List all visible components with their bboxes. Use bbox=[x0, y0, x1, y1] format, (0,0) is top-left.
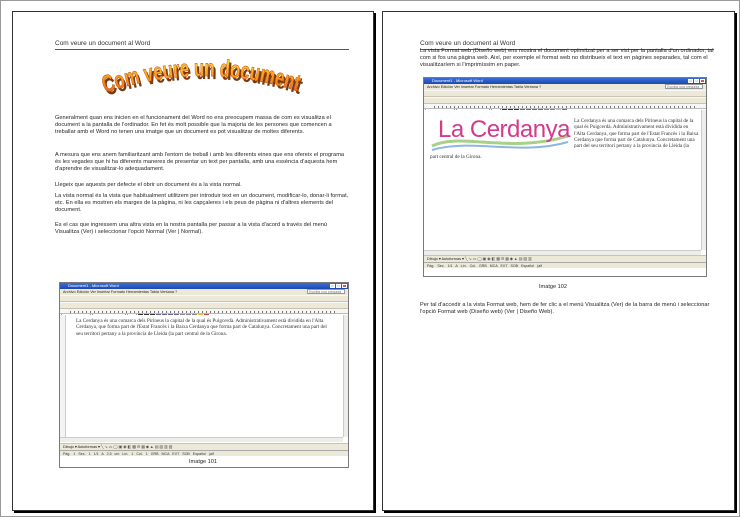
formatting-toolbar bbox=[60, 302, 348, 316]
page-2: Com veure un document al Word La vista F… bbox=[382, 11, 735, 511]
horizontal-scrollbar bbox=[60, 437, 343, 442]
la-cerdanya-logo: La Cerdanya bbox=[438, 116, 570, 143]
paragraph-5: Es el cas que ingressem una altra vista … bbox=[55, 222, 328, 236]
image-caption: Imatge 101 bbox=[189, 459, 217, 465]
paragraph-top: La vista Format web (Diseño web) ens mos… bbox=[420, 48, 714, 69]
document-area: La Cerdanya La Cerdanya és una comarca d… bbox=[424, 110, 703, 250]
wordart-title: Com veure un document Com veure un docum… bbox=[99, 57, 306, 102]
paragraph-bottom: Per tal d'accedir a la vista Format web,… bbox=[420, 302, 710, 316]
page-1: Com veure un document al Word Com veure … bbox=[12, 11, 374, 511]
word-window-screenshot-1: Document1 - Microsoft Word Archivo Edici… bbox=[59, 282, 349, 468]
standard-toolbar bbox=[424, 90, 706, 104]
paragraph-4: La vista normal és la vista que habitual… bbox=[55, 193, 349, 214]
vertical-scrollbar bbox=[343, 315, 348, 437]
page-header: Com veure un document al Word bbox=[55, 40, 151, 47]
drawing-toolbar: Dibujo ▾ Autoformas ▾ ╲ ↘ ▭ ◯ ▣ ◉ ◧ ▩ ⚙ … bbox=[424, 255, 706, 262]
vertical-scrollbar bbox=[701, 110, 706, 250]
document-viewer: Com veure un document al Word Com veure … bbox=[0, 0, 740, 517]
drawing-toolbar: Dibujo ▾ Autoformas ▾ ╲ ↘ ▭ ◯ ▣ ◉ ◧ ▩ ⚙ … bbox=[60, 443, 348, 450]
word-window-screenshot-2: Document1 - Microsoft Word Archivo Edici… bbox=[423, 77, 707, 277]
vertical-ruler bbox=[60, 315, 66, 437]
ruler bbox=[60, 309, 348, 314]
ruler bbox=[424, 104, 706, 109]
image-caption: Imatge 102 bbox=[539, 284, 567, 290]
paragraph-2: A mesura que ens anem familiaritzant amb… bbox=[55, 152, 345, 173]
document-area: La Cerdanya és una comarca dels Pirineus… bbox=[66, 315, 338, 437]
formatting-toolbar bbox=[424, 97, 706, 111]
page-header: Com veure un document al Word bbox=[420, 40, 516, 47]
status-bar: Pág. 1 Sec. 1 1/1 A 2,5 cm Lín. 1 Col. 1… bbox=[60, 450, 348, 456]
status-bar: Pág. Sec. 1/1 A Lín. Col. GRB MCA EXT SO… bbox=[424, 262, 706, 268]
paragraph-1: Generalment quan ens inicien en el funci… bbox=[55, 115, 332, 136]
paragraph-3: Llegeix que aquests per defecte el obrir… bbox=[55, 182, 242, 188]
standard-toolbar bbox=[60, 295, 348, 309]
header-rule bbox=[55, 49, 349, 50]
